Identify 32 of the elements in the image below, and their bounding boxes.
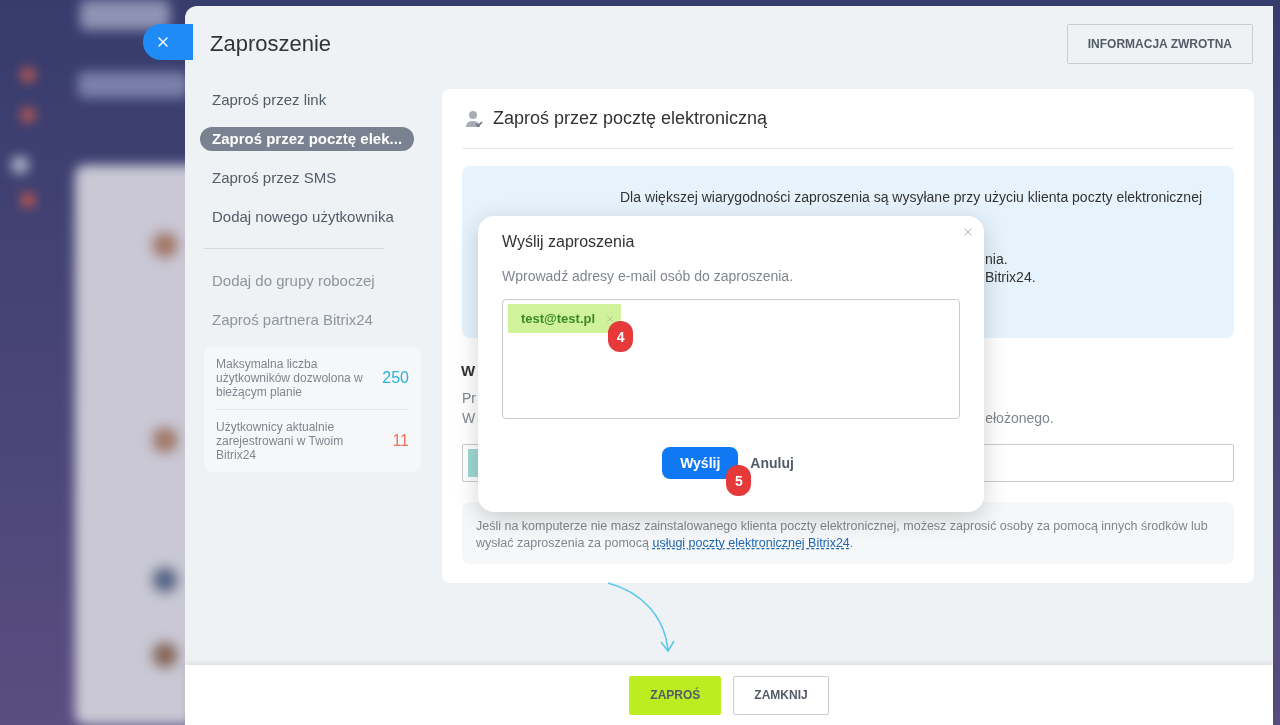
email-field[interactable]: test@test.pl 4 — [502, 299, 960, 419]
stat-value: 11 — [392, 432, 409, 450]
nav-item[interactable]: Zaproś przez link — [200, 88, 339, 112]
stat-value: 250 — [382, 369, 409, 387]
remove-icon[interactable] — [605, 313, 616, 324]
info-text: Bitrix24. — [985, 268, 1037, 286]
stat-label: Użytkownicy aktualnie zarejestrowani w Twoim Bitrix24 — [216, 420, 345, 462]
nav-item[interactable]: Zaproś przez SMS — [200, 166, 349, 190]
dialog-title: Wyślij zaproszenia — [502, 232, 636, 252]
email-tag: test@test.pl — [508, 304, 622, 333]
section-text: W — [462, 409, 476, 428]
panel-title: Zaproszenie — [210, 31, 332, 57]
note-text: Jeśli na komputerze nie masz zainstalowanego klienta poczty elektronicznej, możesz zaprosić osoby za pomocą innych środków lub wysłać zaproszenia za pomocą usługi poczty elektronicznej Bitrix24. — [462, 502, 1234, 564]
info-text: Dla większej wiarygodności zaproszenia są wysyłane przy użyciu klienta poczty elektronicznej — [620, 188, 1204, 206]
section-text: Pr — [462, 389, 476, 408]
stat-label: Maksymalna liczba użytkowników dozwolona w bieżącym planie — [216, 357, 364, 399]
step-badge: 5 — [726, 465, 752, 496]
invite-button[interactable]: ZAPROŚ — [629, 675, 722, 715]
close-icon[interactable] — [962, 226, 974, 238]
section-text: ełożonego. — [985, 409, 1054, 428]
service-link[interactable]: usługi poczty elektronicznej Bitrix24 — [652, 536, 850, 550]
dialog-hint: Wprowadź adresy e-mail osób do zaproszenia. — [502, 268, 795, 284]
close-button[interactable]: ZAMKNIJ — [733, 675, 829, 715]
step-badge: 4 — [608, 321, 634, 352]
info-text: nia. — [985, 250, 1009, 268]
section-heading: W — [461, 361, 476, 381]
nav-item[interactable]: Dodaj nowego użytkownika — [200, 205, 406, 229]
card-title: Zaproś przez pocztę elektroniczną — [493, 108, 768, 129]
user-icon — [465, 109, 483, 128]
feedback-button[interactable]: INFORMACJA ZWROTNA — [1066, 24, 1253, 64]
close-button[interactable] — [143, 24, 193, 60]
nav-item[interactable]: Zaproś przez pocztę elek... — [200, 127, 415, 151]
